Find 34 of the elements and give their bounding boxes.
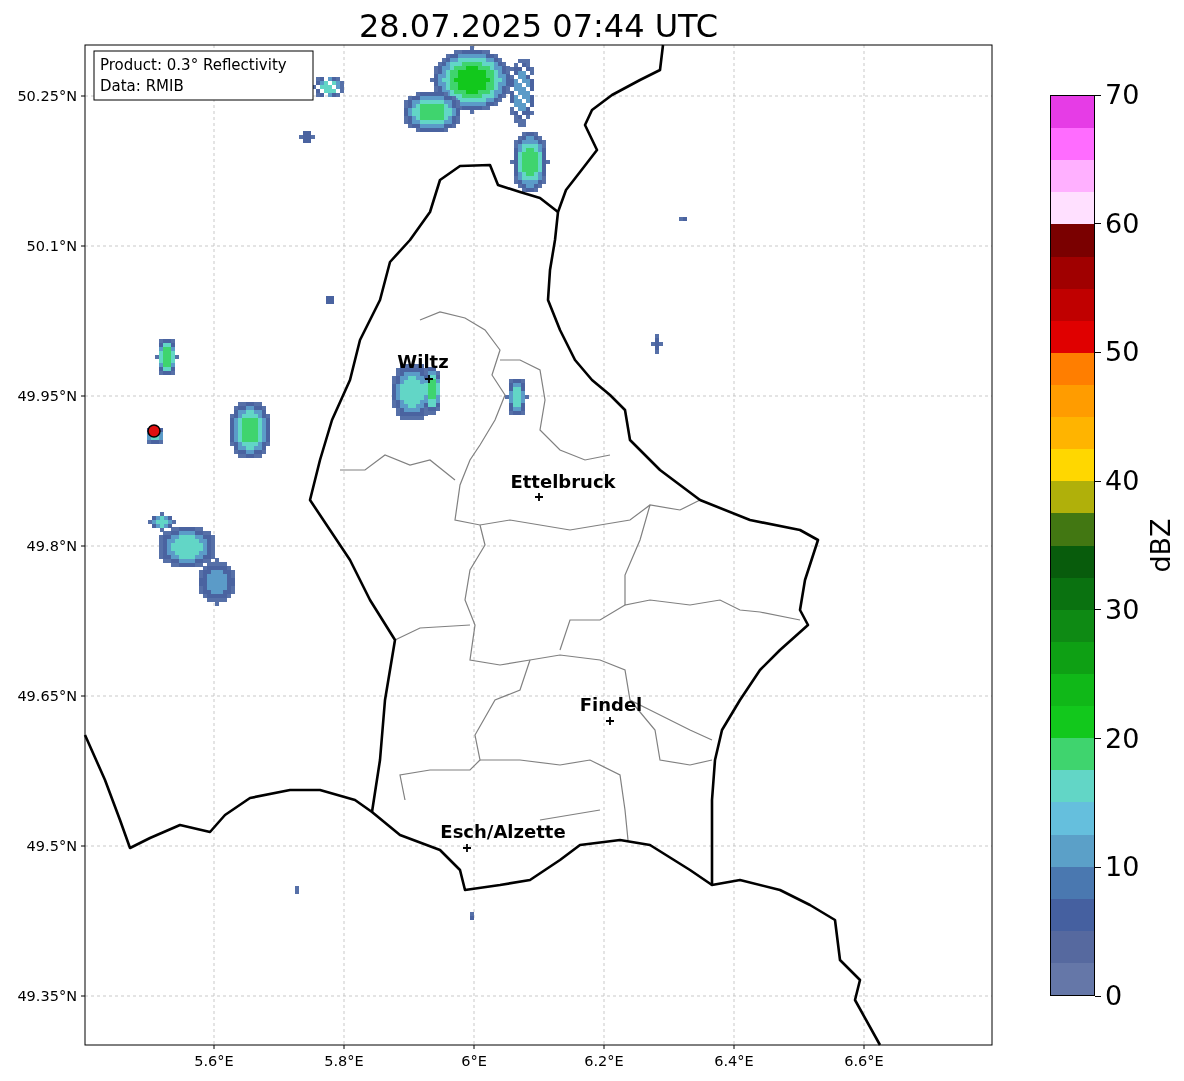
colorbar-tick-label: 30 (1105, 594, 1140, 625)
colorbar-tick-label: 70 (1105, 80, 1140, 110)
longitude-label: 6.4°E (714, 1053, 754, 1069)
city-marker-icon (424, 374, 434, 384)
longitude-label: 6.6°E (844, 1053, 884, 1069)
longitude-label: 6.2°E (584, 1053, 624, 1069)
colorbar-tick-label: 60 (1105, 208, 1140, 239)
longitude-label: 5.8°E (324, 1053, 364, 1069)
city-marker-icon (534, 492, 544, 502)
colorbar-tick-label: 20 (1105, 723, 1140, 754)
city-label: Findel (579, 694, 643, 715)
info-text: Product: 0.3° Reflectivity (100, 56, 287, 74)
city-label: Wiltz (397, 351, 449, 372)
city-label: Ettelbruck (510, 471, 616, 492)
latitude-label: 49.35°N (17, 988, 77, 1004)
longitude-label: 5.6°E (194, 1053, 234, 1069)
city-label: Esch/Alzette (440, 821, 566, 842)
latitude-label: 49.8°N (26, 538, 77, 554)
colorbar-tick-label: 10 (1105, 852, 1140, 883)
info-text: Data: RMIB (100, 77, 184, 95)
latitude-label: 50.1°N (26, 238, 77, 254)
latitude-label: 49.95°N (17, 388, 77, 404)
latitude-label: 49.5°N (26, 838, 77, 854)
longitude-label: 6°E (461, 1053, 487, 1069)
colorbar-label: dBZ (1144, 518, 1176, 573)
colorbar-tick-label: 0 (1105, 981, 1123, 1011)
city-marker-icon (462, 843, 472, 853)
colorbar-tick-label: 50 (1105, 337, 1140, 368)
radar-site-marker (147, 424, 161, 438)
chart-title: 28.07.2025 07:44 UTC (357, 6, 720, 40)
city-marker-icon (605, 716, 615, 726)
latitude-label: 50.25°N (17, 88, 77, 104)
colorbar-tick-label: 40 (1105, 466, 1140, 497)
latitude-label: 49.65°N (17, 688, 77, 704)
